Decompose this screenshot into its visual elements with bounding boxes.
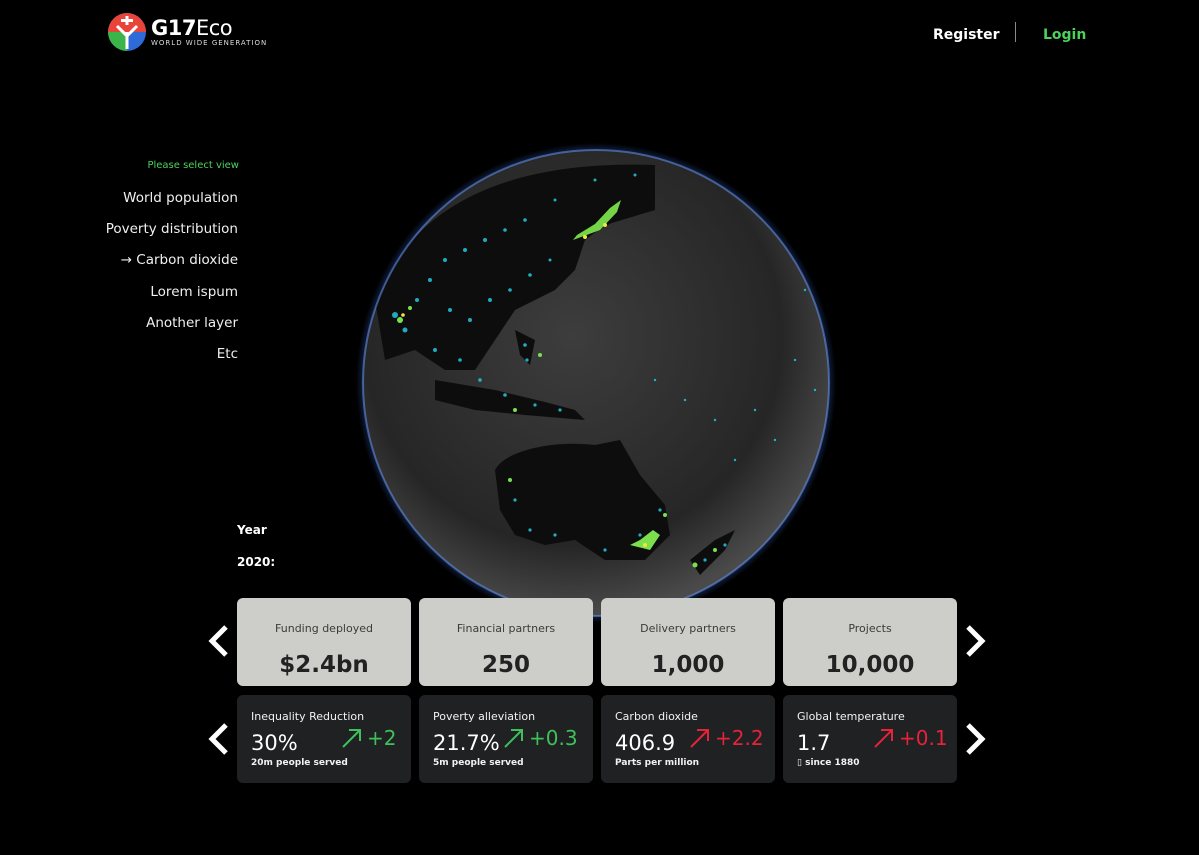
stat-card-financial-partners: Financial partners 250 <box>419 598 593 686</box>
globe[interactable] <box>355 140 837 623</box>
metric-trend: +2.2 <box>689 726 764 750</box>
metric-value: 30% <box>251 731 298 755</box>
metric-note: ▯ since 1880 <box>797 758 860 768</box>
metric-trend: +0.3 <box>503 726 578 750</box>
metric-title: Poverty alleviation <box>433 710 536 723</box>
metric-card-poverty: Poverty alleviation 21.7% +0.3 5m people… <box>419 695 593 783</box>
stat-card-funding: Funding deployed $2.4bn <box>237 598 411 686</box>
metric-delta: +0.1 <box>899 726 948 750</box>
stat-card-projects: Projects 10,000 <box>783 598 957 686</box>
logo-subtitle: WORLD WIDE GENERATION <box>151 38 268 47</box>
stat-label: Delivery partners <box>640 622 736 635</box>
trend-up-arrow-icon <box>874 729 893 748</box>
stat-label: Financial partners <box>456 622 556 635</box>
metric-card-carbon-dioxide: Carbon dioxide 406.9 +2.2 Parts per mill… <box>601 695 775 783</box>
logo-mark-icon <box>108 13 146 51</box>
metric-title: Inequality Reduction <box>251 710 365 723</box>
stat-value: $2.4bn <box>279 652 369 678</box>
globe-canvas <box>356 143 836 623</box>
metric-title: Carbon dioxide <box>615 710 698 723</box>
metric-delta: +2 <box>367 726 397 750</box>
layer-item-world-population[interactable]: World population <box>106 187 238 218</box>
metric-title: Global temperature <box>797 710 905 723</box>
metric-trend: +0.1 <box>873 726 948 750</box>
year-value: 2020: <box>237 555 276 569</box>
metric-trend: +2 <box>341 726 396 750</box>
trend-up-arrow-icon <box>690 729 709 748</box>
metric-card-global-temperature: Global temperature 1.7 +0.1 ▯ since 1880 <box>783 695 957 783</box>
layer-item-lorem-ispum[interactable]: Lorem ispum <box>106 281 238 312</box>
metric-value: 21.7% <box>433 731 500 755</box>
metric-value: 406.9 <box>615 731 676 755</box>
layer-item-carbon-dioxide[interactable]: → Carbon dioxide <box>106 249 238 280</box>
chevron-left-icon[interactable] <box>206 624 232 658</box>
metric-note: 5m people served <box>433 758 524 768</box>
layer-item-another-layer[interactable]: Another layer <box>106 312 238 343</box>
stat-value: 10,000 <box>825 652 915 678</box>
metric-delta: +0.3 <box>529 726 578 750</box>
layer-item-poverty-distribution[interactable]: Poverty distribution <box>106 218 238 249</box>
metric-note: Parts per million <box>615 758 700 768</box>
stat-value: 250 <box>481 652 530 678</box>
trend-up-arrow-icon <box>504 729 523 748</box>
year-label: Year <box>237 523 267 537</box>
logo-title: G17Eco <box>151 15 233 40</box>
login-link[interactable]: Login <box>1043 27 1086 43</box>
metric-note: 20m people served <box>251 758 348 768</box>
trend-up-arrow-icon <box>342 729 361 748</box>
stat-card-delivery-partners: Delivery partners 1,000 <box>601 598 775 686</box>
logo[interactable]: G17Eco WORLD WIDE GENERATION <box>107 12 267 52</box>
stat-value: 1,000 <box>651 652 725 678</box>
chevron-left-icon[interactable] <box>206 722 232 756</box>
metric-card-inequality: Inequality Reduction 30% +2 20m people s… <box>237 695 411 783</box>
layer-item-etc[interactable]: Etc <box>106 343 238 374</box>
layer-menu: World population Poverty distribution → … <box>106 187 238 374</box>
stat-label: Projects <box>848 622 892 635</box>
stat-label: Funding deployed <box>275 622 373 635</box>
view-select-prompt: Please select view <box>147 160 239 171</box>
nav-divider <box>1015 22 1016 42</box>
register-link[interactable]: Register <box>933 27 1000 43</box>
metric-value: 1.7 <box>797 731 831 755</box>
metric-delta: +2.2 <box>715 726 764 750</box>
chevron-right-icon[interactable] <box>962 722 988 756</box>
chevron-right-icon[interactable] <box>962 624 988 658</box>
